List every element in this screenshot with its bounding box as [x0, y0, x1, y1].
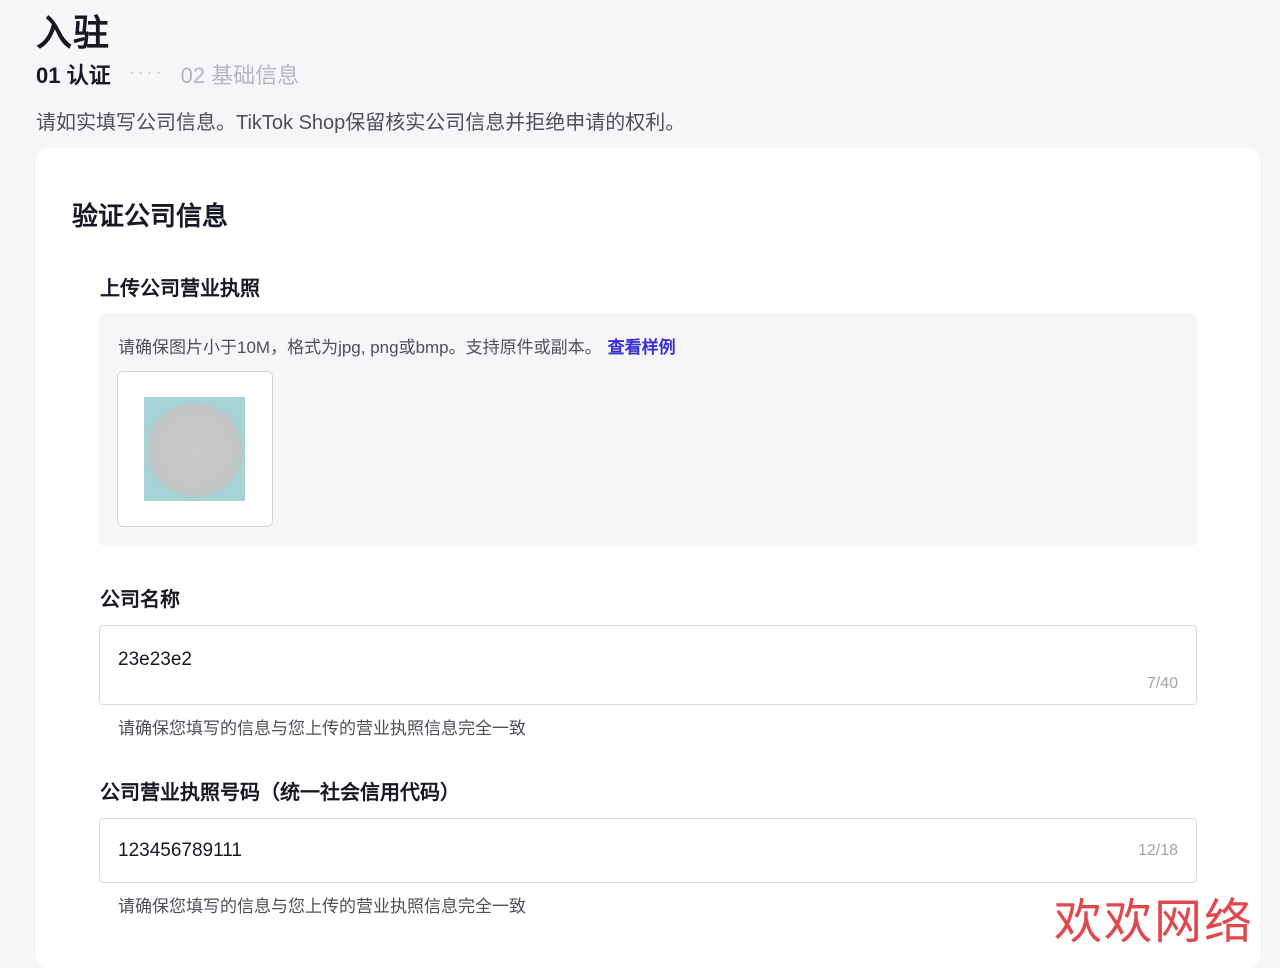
license-number-counter: 12/18	[1137, 842, 1178, 859]
company-name-counter: 7/40	[1146, 675, 1178, 692]
step-separator: ····	[128, 61, 165, 82]
image-blur-shape	[147, 403, 243, 497]
company-name-helper: 请确保您填写的信息与您上传的营业执照信息完全一致	[118, 719, 526, 738]
step-verification: 01 认证	[36, 63, 111, 88]
license-upload-area: 请确保图片小于10M，格式为jpg, png或bmp。支持原件或副本。 查看样例	[99, 313, 1197, 546]
step-indicator: 01 认证 ···· 02 基础信息	[36, 58, 299, 90]
upload-hint-text: 请确保图片小于10M，格式为jpg, png或bmp。支持原件或副本。	[118, 338, 602, 357]
upload-hint: 请确保图片小于10M，格式为jpg, png或bmp。支持原件或副本。 查看样例	[118, 333, 676, 358]
license-number-helper: 请确保您填写的信息与您上传的营业执照信息完全一致	[118, 897, 526, 916]
company-name-field[interactable]: 7/40	[99, 625, 1197, 705]
license-number-input[interactable]	[118, 839, 1078, 863]
license-upload-label: 上传公司营业执照	[100, 278, 260, 300]
card-title: 验证公司信息	[72, 201, 229, 231]
uploaded-license-thumbnail[interactable]	[117, 371, 273, 527]
license-image-preview	[144, 397, 245, 501]
company-name-label: 公司名称	[100, 589, 180, 611]
license-number-label: 公司营业执照号码（统一社会信用代码）	[100, 782, 460, 804]
intro-text: 请如实填写公司信息。TikTok Shop保留核实公司信息并拒绝申请的权利。	[36, 112, 686, 134]
verify-company-card: 验证公司信息 上传公司营业执照 请确保图片小于10M，格式为jpg, png或b…	[36, 148, 1260, 968]
page-title: 入驻	[36, 12, 111, 53]
view-sample-link[interactable]: 查看样例	[608, 338, 676, 357]
step-basic-info: 02 基础信息	[180, 63, 300, 88]
license-number-field[interactable]: 12/18	[99, 818, 1197, 883]
watermark-text: 欢欢网络	[1054, 894, 1255, 950]
company-name-input[interactable]	[118, 648, 1078, 672]
